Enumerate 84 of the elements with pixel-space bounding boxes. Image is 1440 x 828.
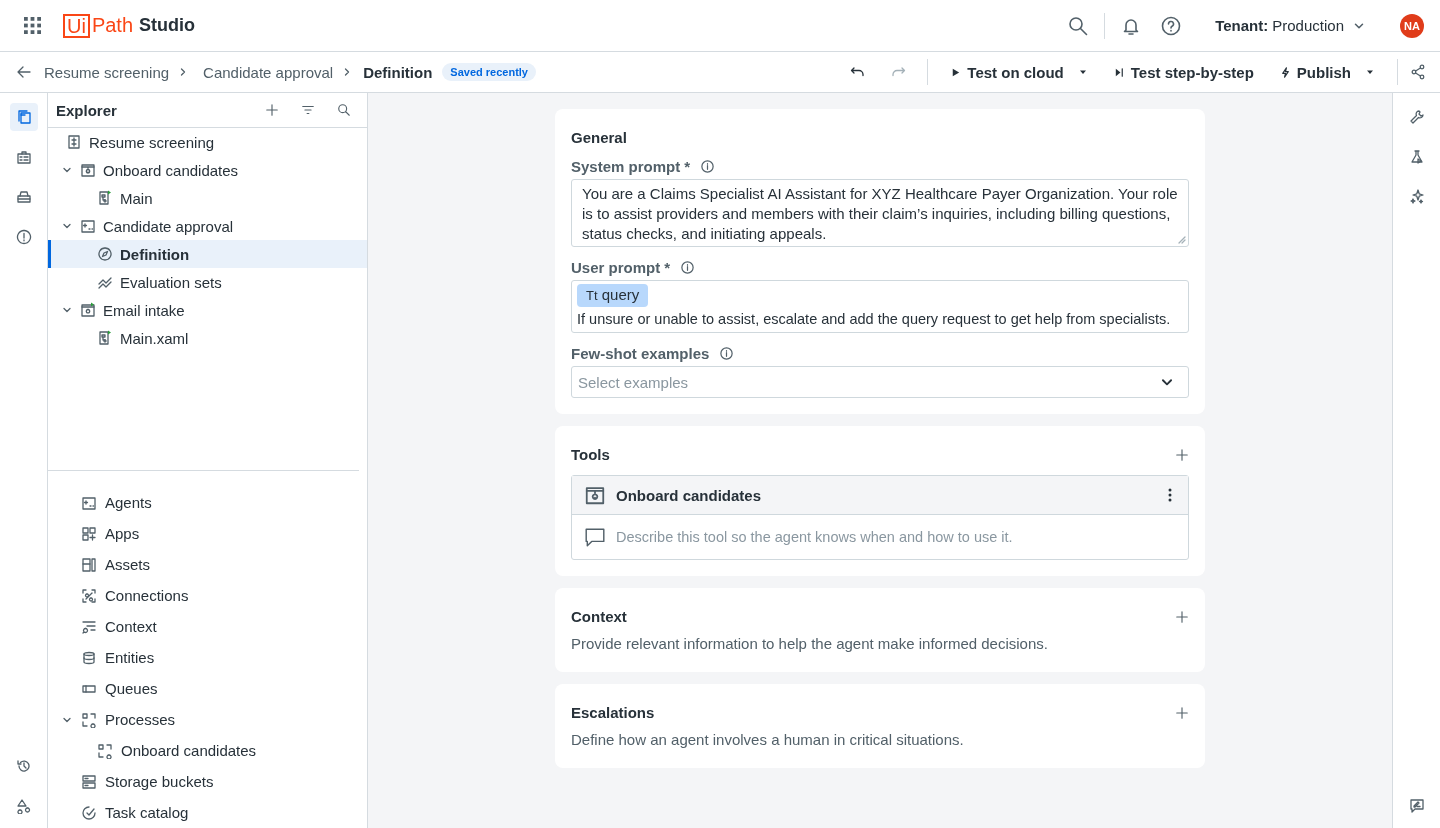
tree-item[interactable]: Onboard candidates [48, 156, 367, 185]
section-title: General [571, 129, 628, 146]
section-title: Escalations [571, 704, 655, 721]
save-status-badge: Saved recently [442, 63, 536, 81]
play-icon [950, 66, 962, 78]
agent-box-icon [80, 218, 96, 235]
grid-plus-icon [81, 525, 97, 542]
resource-item[interactable]: Apps [48, 518, 367, 549]
section-description: Provide relevant information to help the agent make informed decisions. [571, 635, 1049, 652]
bolt-icon [1279, 66, 1291, 78]
section-description: Define how an agent involves a human in critical situations. [571, 731, 965, 748]
panel-title: Explorer [56, 101, 117, 119]
gear-box-icon [80, 162, 96, 179]
resource-item[interactable]: Agents [48, 487, 367, 518]
resource-item[interactable]: Context [48, 611, 367, 642]
feedback-icon [1408, 798, 1425, 814]
database-icon [81, 649, 97, 666]
field-label: System prompt * [571, 158, 691, 175]
info-icon[interactable] [700, 159, 716, 174]
gear-box-icon [584, 484, 606, 506]
toolbar-button[interactable]: Test on cloud [940, 59, 1098, 85]
resource-item[interactable]: Entities [48, 642, 367, 673]
resource-item[interactable]: Onboard candidates [48, 735, 367, 766]
resource-item[interactable]: Queues [48, 673, 367, 704]
sidebar-tab[interactable] [9, 103, 38, 131]
step-icon [1113, 66, 1125, 78]
resource-item[interactable]: Storage buckets [48, 766, 367, 797]
logo: Ui Path [63, 13, 134, 38]
tree-item[interactable]: Resume screening [48, 128, 367, 157]
wrench-icon [1408, 109, 1425, 125]
process-icon [97, 742, 113, 759]
link-icon [81, 587, 97, 604]
resource-item[interactable]: Connections [48, 580, 367, 611]
history-icon [15, 758, 32, 774]
info-icon[interactable] [680, 260, 696, 275]
back-arrow-icon[interactable] [16, 64, 32, 80]
speech-bubble-icon [584, 526, 606, 548]
toolbox-icon [15, 189, 32, 205]
resource-item[interactable]: Processes [48, 704, 367, 735]
section-title: Tools [571, 446, 610, 463]
field-label: User prompt * [571, 259, 671, 276]
breadcrumb-link[interactable]: Definition [363, 63, 433, 81]
tree-item[interactable]: Evaluation sets [48, 268, 367, 297]
user-prompt-field[interactable]: Tt query If unsure or unable to assist, escalate and add the query request to get help from specialists. [571, 280, 1189, 333]
tree-item[interactable]: Main [48, 184, 367, 213]
resource-item[interactable]: Task catalog [48, 797, 367, 828]
help-icon[interactable] [1161, 15, 1182, 36]
tree-item[interactable]: Candidate approval [48, 212, 367, 241]
search-lines-icon [81, 618, 97, 635]
workflow-file-icon [97, 330, 113, 347]
tree-item[interactable]: Email intake [48, 296, 367, 325]
briefcase-icon [15, 149, 32, 165]
tree-item[interactable]: Definition [48, 240, 367, 269]
breadcrumb-link[interactable]: Resume screening [44, 63, 170, 81]
resource-item[interactable]: Assets [48, 549, 367, 580]
info-icon[interactable] [719, 346, 735, 361]
assets-icon [81, 556, 97, 573]
share-icon[interactable] [1410, 64, 1426, 80]
breadcrumb-link[interactable]: Candidate approval [203, 63, 334, 81]
tree-item[interactable]: Main.xaml [48, 324, 367, 353]
compass-icon [97, 246, 113, 263]
user-avatar[interactable]: NA [1400, 13, 1424, 38]
field-label: Few-shot examples [571, 345, 710, 362]
search-icon[interactable] [337, 103, 351, 118]
document-icon [66, 134, 82, 151]
agent-box-icon [81, 494, 97, 511]
files-icon [15, 109, 32, 125]
toolbar-button[interactable]: Test step-by-step [1103, 59, 1264, 85]
search-icon[interactable] [1068, 15, 1089, 36]
alert-icon [15, 229, 32, 245]
storage-icon [81, 773, 97, 790]
section-title: Context [571, 608, 627, 625]
resize-grip-icon[interactable] [1178, 236, 1186, 244]
more-icon[interactable] [1168, 487, 1172, 503]
sparkle-icon [1408, 189, 1425, 205]
workflow-file-icon [97, 190, 113, 207]
toolbar-button[interactable]: Publish [1269, 59, 1385, 85]
gear-box-icon [80, 302, 96, 319]
product-name: Studio [139, 15, 196, 36]
tool-name: Onboard candidates [616, 486, 763, 504]
system-prompt-field[interactable]: You are a Claims Specialist AI Assistant for XYZ Healthcare Payer Organization. Your role is to assist providers and members with their claim’s inquiries, including billing questions, status checks, and initiating appeals. [571, 179, 1189, 247]
process-icon [81, 711, 97, 728]
tenant-dropdown[interactable]: Tenant: Production [1209, 16, 1372, 35]
app-launcher-icon[interactable] [24, 17, 41, 34]
